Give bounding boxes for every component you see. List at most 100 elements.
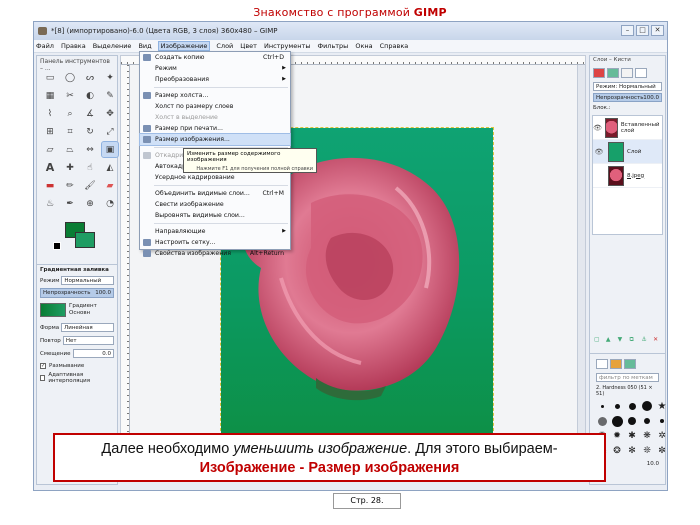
brush-swatch[interactable] xyxy=(611,400,623,412)
brush-swatch[interactable] xyxy=(641,400,653,412)
measure-icon[interactable]: ∡ xyxy=(82,106,98,121)
raise-layer-icon[interactable]: ▲ xyxy=(606,336,614,344)
menu-item-scale-image[interactable]: Размер изображения... xyxy=(139,133,291,146)
menu-layer[interactable]: Слой xyxy=(216,42,233,50)
gradients-tab-icon[interactable] xyxy=(624,359,636,369)
text-icon[interactable]: A xyxy=(42,160,58,175)
pencil-icon[interactable]: ✏ xyxy=(62,178,78,193)
layer-mode-select[interactable]: Режим: Нормальный xyxy=(593,82,662,91)
brush-swatch[interactable] xyxy=(596,415,608,427)
menu-tools[interactable]: Инструменты xyxy=(264,42,311,50)
smudge-icon[interactable]: ☝ xyxy=(82,160,98,175)
brush-swatch[interactable]: ★ xyxy=(656,400,668,412)
brush-swatch[interactable]: ✻ xyxy=(626,445,638,457)
menu-item-duplicate[interactable]: Создать копию Ctrl+D xyxy=(140,52,290,63)
menu-edit[interactable]: Правка xyxy=(61,42,86,50)
brushes-tab-icon[interactable] xyxy=(596,359,608,369)
anchor-layer-icon[interactable]: ⚓ xyxy=(641,336,649,344)
history-tab-icon[interactable] xyxy=(635,68,647,78)
minimize-button[interactable]: – xyxy=(621,25,634,36)
background-color[interactable] xyxy=(75,232,95,248)
menu-colors[interactable]: Цвет xyxy=(240,42,257,50)
menu-item-merge-visible[interactable]: Объединить видимые слои... Ctrl+M xyxy=(140,188,290,199)
menu-item-fit-canvas-layers[interactable]: Холст по размеру слоев xyxy=(140,101,290,112)
menu-item-zealous-crop[interactable]: Усердное кадрирование xyxy=(140,172,290,183)
perspective-icon[interactable]: ⏢ xyxy=(62,142,78,157)
color-picker-icon[interactable]: ⌇ xyxy=(42,106,58,121)
menu-item-configure-grid[interactable]: Настроить сетку... xyxy=(140,237,290,248)
crop-icon[interactable]: ⌗ xyxy=(62,124,78,139)
align-icon[interactable]: ⊞ xyxy=(42,124,58,139)
brush-swatch[interactable]: ✱ xyxy=(626,430,638,442)
menu-image[interactable]: Изображение xyxy=(157,41,211,51)
layers-tab-icon[interactable] xyxy=(593,68,605,78)
heal-icon[interactable]: ✚ xyxy=(62,160,78,175)
canvas-scrollbar[interactable] xyxy=(577,65,585,474)
dither-checkbox[interactable]: ✓ Размывание xyxy=(40,361,114,371)
menu-file[interactable]: Файл xyxy=(36,42,54,50)
menu-item-canvas-size[interactable]: Размер холста... xyxy=(140,90,290,101)
layer-row[interactable]: 👁 Вставленный слой xyxy=(593,116,662,140)
menu-item-print-size[interactable]: Размер при печати... xyxy=(140,123,290,134)
brush-swatch[interactable]: ❋ xyxy=(641,430,653,442)
ellipse-select-icon[interactable]: ◯ xyxy=(62,70,78,85)
clone-icon[interactable]: ⊕ xyxy=(82,196,98,211)
brush-swatch[interactable] xyxy=(626,400,638,412)
patterns-tab-icon[interactable] xyxy=(610,359,622,369)
default-colors-icon[interactable] xyxy=(53,242,61,250)
offset-input[interactable]: 0.0 xyxy=(72,349,114,358)
menu-help[interactable]: Справка xyxy=(380,42,409,50)
menu-windows[interactable]: Окна xyxy=(355,42,372,50)
brush-swatch[interactable]: ✲ xyxy=(656,430,668,442)
brush-filter-input[interactable]: фильтр по меткам xyxy=(596,373,659,382)
layer-opacity-slider[interactable]: Непрозрачность 100.0 xyxy=(593,93,662,102)
adaptive-checkbox[interactable]: Адаптивная интерполяция xyxy=(40,372,114,384)
brush-swatch[interactable]: ❊ xyxy=(641,445,653,457)
menu-item-transform[interactable]: Преобразования ▶ xyxy=(140,74,290,85)
brush-swatch[interactable] xyxy=(626,415,638,427)
brush-swatch[interactable] xyxy=(611,415,623,427)
menu-item-mode[interactable]: Режим ▶ xyxy=(140,63,290,74)
repeat-select[interactable]: Нет xyxy=(62,336,114,345)
eraser-icon[interactable]: ▰ xyxy=(102,178,118,193)
foreground-select-icon[interactable]: ◐ xyxy=(82,88,98,103)
color-select-icon[interactable]: ▦ xyxy=(42,88,58,103)
close-button[interactable]: ✕ xyxy=(651,25,664,36)
shape-select[interactable]: Линейная xyxy=(61,323,114,332)
rect-select-icon[interactable]: ▭ xyxy=(42,70,58,85)
layer-row[interactable]: 👁 Слой xyxy=(593,140,662,164)
mode-select[interactable]: Нормальный xyxy=(61,276,114,285)
delete-layer-icon[interactable]: ✕ xyxy=(653,336,661,344)
brush-swatch[interactable]: ❂ xyxy=(611,445,623,457)
maximize-button[interactable]: □ xyxy=(636,25,649,36)
cage-icon[interactable]: ▣ xyxy=(101,141,119,158)
menu-select[interactable]: Выделение xyxy=(93,42,132,50)
paintbrush-icon[interactable]: 🖌 xyxy=(82,178,98,193)
new-layer-icon[interactable]: ▢ xyxy=(594,336,602,344)
opacity-slider[interactable]: Непрозрачность 100.0 xyxy=(40,288,114,298)
dodge-icon[interactable]: ◔ xyxy=(102,196,118,211)
brush-swatch[interactable] xyxy=(656,415,668,427)
brush-swatch[interactable]: ✼ xyxy=(656,445,668,457)
ink-icon[interactable]: ✒ xyxy=(62,196,78,211)
airbrush-icon[interactable]: ♨ xyxy=(42,196,58,211)
shear-icon[interactable]: ▱ xyxy=(42,142,58,157)
flip-icon[interactable]: ⇔ xyxy=(82,142,98,157)
brush-swatch[interactable] xyxy=(641,415,653,427)
menu-item-align-visible[interactable]: Выровнять видимые слои... xyxy=(140,210,290,221)
blend-icon[interactable]: ▬ xyxy=(42,178,58,193)
fuzzy-select-icon[interactable]: ✦ xyxy=(102,70,118,85)
menu-filters[interactable]: Фильтры xyxy=(317,42,348,50)
scissors-icon[interactable]: ✂ xyxy=(62,88,78,103)
scale-icon[interactable]: ⤢ xyxy=(102,124,118,139)
menu-view[interactable]: Вид xyxy=(138,42,151,50)
menu-item-guides[interactable]: Направляющие ▶ xyxy=(140,226,290,237)
gradient-preview[interactable] xyxy=(40,303,66,317)
paths-tab-icon[interactable] xyxy=(621,68,633,78)
menu-item-flatten[interactable]: Свести изображение xyxy=(140,199,290,210)
paths-icon[interactable]: ✎ xyxy=(102,88,118,103)
move-icon[interactable]: ✥ xyxy=(102,106,118,121)
zoom-icon[interactable]: ⌕ xyxy=(62,106,78,121)
bucket-fill-icon[interactable]: ◭ xyxy=(102,160,118,175)
channels-tab-icon[interactable] xyxy=(607,68,619,78)
